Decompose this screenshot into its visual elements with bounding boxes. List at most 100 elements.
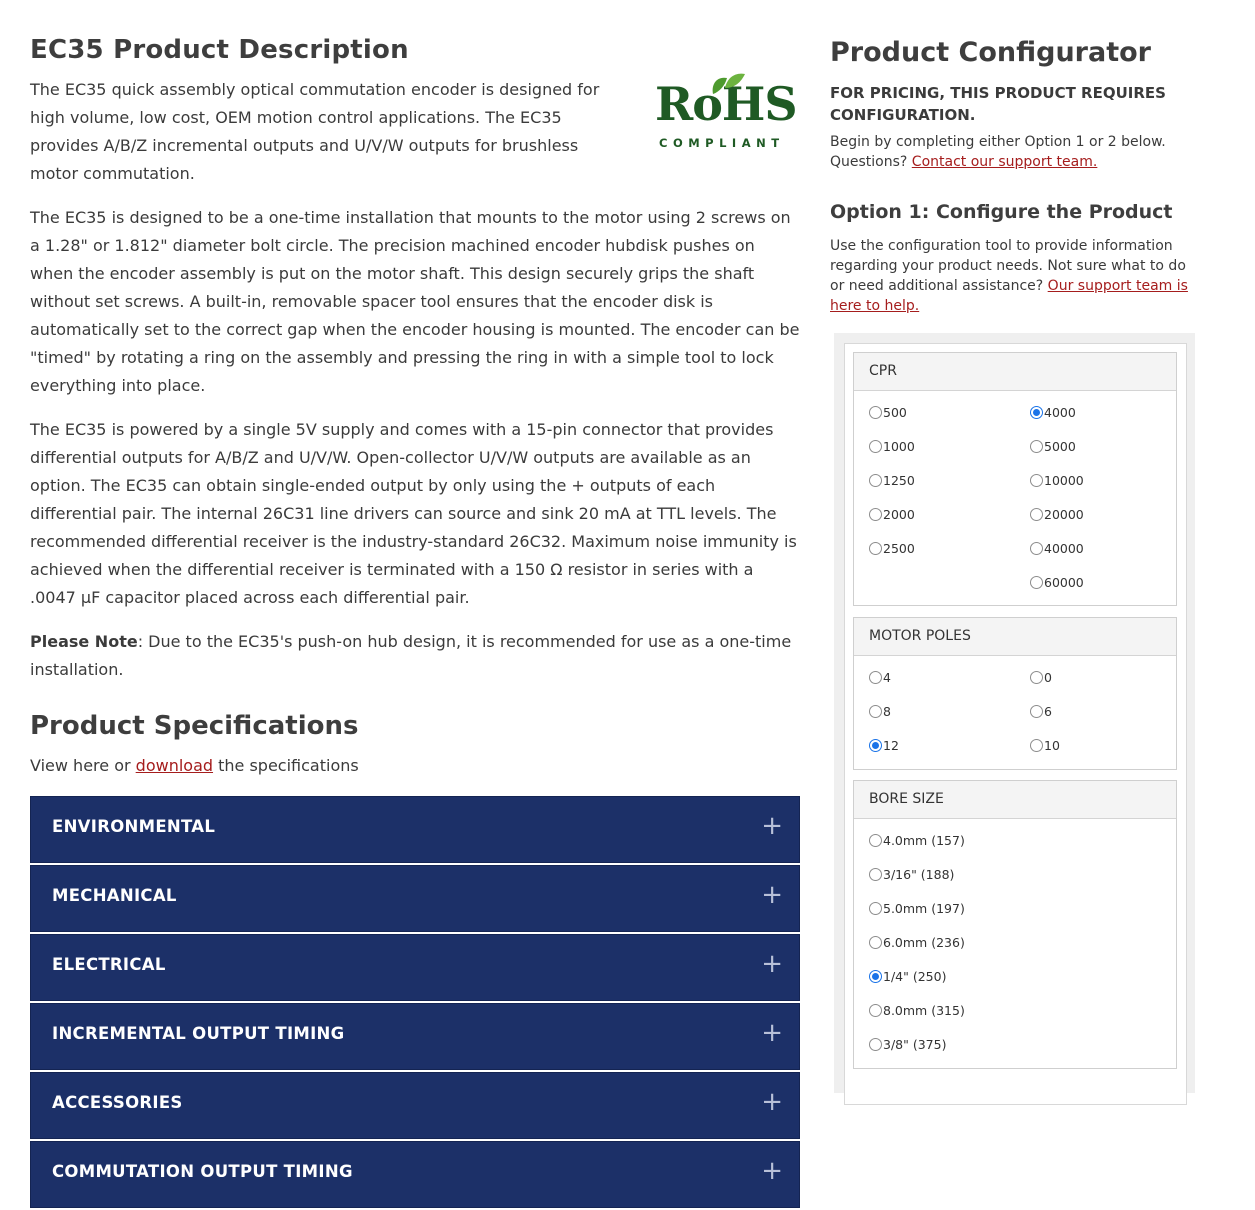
spec-section-commutation-output-timing[interactable]: COMMUTATION OUTPUT TIMING + xyxy=(30,1141,800,1208)
motor-poles-label: MOTOR POLES xyxy=(854,618,1176,656)
bore-size-option-label: 3/16" (188) xyxy=(883,867,955,882)
cpr-label: CPR xyxy=(854,353,1176,391)
bore-size-radio[interactable] xyxy=(869,868,882,881)
cpr-panel: CPR 500 1000 1250 2000 2500 4000 5000 10000 2000… xyxy=(853,352,1177,606)
cpr-radio[interactable] xyxy=(1030,508,1043,521)
cpr-option[interactable]: 2000 xyxy=(869,507,915,522)
cpr-option-label: 1250 xyxy=(883,473,915,488)
option1-description: Use the configuration tool to provide in… xyxy=(830,236,1200,316)
motor-poles-radio[interactable] xyxy=(869,671,882,684)
download-link[interactable]: download xyxy=(136,756,213,775)
motor-poles-option[interactable]: 0 xyxy=(1030,670,1052,685)
cpr-option-label: 40000 xyxy=(1044,541,1084,556)
motor-poles-option[interactable]: 12 xyxy=(869,738,899,753)
motor-poles-radio[interactable] xyxy=(869,705,882,718)
description-paragraph-3: The EC35 is powered by a single 5V suppl… xyxy=(30,420,797,607)
configurator-form: CPR 500 1000 1250 2000 2500 4000 5000 10000 2000… xyxy=(844,343,1187,1105)
cpr-option[interactable]: 1000 xyxy=(869,439,915,454)
cpr-radio[interactable] xyxy=(869,406,882,419)
bore-size-radio[interactable] xyxy=(869,1038,882,1051)
bore-size-option[interactable]: 6.0mm (236) xyxy=(869,935,965,950)
bore-size-radio[interactable] xyxy=(869,936,882,949)
bore-size-option[interactable]: 5.0mm (197) xyxy=(869,901,965,916)
cpr-option[interactable]: 40000 xyxy=(1030,541,1084,556)
cpr-radio[interactable] xyxy=(1030,542,1043,555)
bore-size-radio[interactable] xyxy=(869,970,882,983)
bore-size-radio[interactable] xyxy=(869,834,882,847)
bore-size-label: BORE SIZE xyxy=(854,781,1176,819)
cpr-option-label: 2500 xyxy=(883,541,915,556)
page-title: EC35 Product Description xyxy=(30,35,409,65)
spec-section-environmental[interactable]: ENVIRONMENTAL + xyxy=(30,796,800,863)
cpr-option[interactable]: 5000 xyxy=(1030,439,1076,454)
note-label: Please Note xyxy=(30,632,138,651)
spec-section-label: COMMUTATION OUTPUT TIMING xyxy=(52,1162,353,1181)
motor-poles-option-label: 10 xyxy=(1044,738,1060,753)
spec-section-incremental-output-timing[interactable]: INCREMENTAL OUTPUT TIMING + xyxy=(30,1003,800,1070)
contact-support-link[interactable]: Contact our support team. xyxy=(912,154,1098,170)
expand-plus-icon[interactable]: + xyxy=(761,811,783,841)
cpr-option-label: 10000 xyxy=(1044,473,1084,488)
cpr-option[interactable]: 500 xyxy=(869,405,907,420)
cpr-option[interactable]: 20000 xyxy=(1030,507,1084,522)
cpr-radio[interactable] xyxy=(869,542,882,555)
specs-download-line: View here or download the specifications xyxy=(30,754,800,778)
pricing-requirement: FOR PRICING, THIS PRODUCT REQUIRES CONFI… xyxy=(830,84,1166,124)
bore-size-option[interactable]: 3/16" (188) xyxy=(869,867,954,882)
motor-poles-option[interactable]: 8 xyxy=(869,704,891,719)
bore-size-option-label: 1/4" (250) xyxy=(883,969,947,984)
spec-section-label: ENVIRONMENTAL xyxy=(52,817,216,836)
motor-poles-radio[interactable] xyxy=(1030,671,1043,684)
expand-plus-icon[interactable]: + xyxy=(761,1156,783,1186)
product-configurator: Product Configurator FOR PRICING, THIS P… xyxy=(830,36,1200,1105)
cpr-option[interactable]: 10000 xyxy=(1030,473,1084,488)
cpr-option-label: 20000 xyxy=(1044,507,1084,522)
bore-size-option[interactable]: 3/8" (375) xyxy=(869,1037,946,1052)
questions-label: Questions? xyxy=(830,154,912,170)
bore-size-option-label: 5.0mm (197) xyxy=(883,901,965,916)
expand-plus-icon[interactable]: + xyxy=(761,949,783,979)
specs-prefix: View here or xyxy=(30,756,136,775)
cpr-option[interactable]: 1250 xyxy=(869,473,915,488)
specs-title: Product Specifications xyxy=(30,711,359,741)
please-note: Please Note: Due to the EC35's push-on h… xyxy=(30,628,800,684)
motor-poles-radio[interactable] xyxy=(1030,705,1043,718)
rohs-logo-subtext: COMPLIANT xyxy=(659,136,785,150)
motor-poles-option-label: 4 xyxy=(883,670,891,685)
cpr-radio[interactable] xyxy=(1030,474,1043,487)
bore-size-option[interactable]: 4.0mm (157) xyxy=(869,833,965,848)
motor-poles-option[interactable]: 4 xyxy=(869,670,891,685)
expand-plus-icon[interactable]: + xyxy=(761,1018,783,1048)
cpr-radio[interactable] xyxy=(869,440,882,453)
product-description-column: EC35 Product Description RoHS COMPLIANT … xyxy=(30,34,800,1210)
specs-accordion: ENVIRONMENTAL + MECHANICAL + ELECTRICAL + INCR… xyxy=(30,796,800,1208)
bore-size-radio[interactable] xyxy=(869,902,882,915)
questions-line: Questions? Contact our support team. xyxy=(830,152,1200,172)
cpr-option[interactable]: 2500 xyxy=(869,541,915,556)
cpr-option-label: 5000 xyxy=(1044,439,1076,454)
cpr-option-label: 2000 xyxy=(883,507,915,522)
cpr-radio[interactable] xyxy=(869,474,882,487)
motor-poles-radio[interactable] xyxy=(869,739,882,752)
motor-poles-radio[interactable] xyxy=(1030,739,1043,752)
note-text: : Due to the EC35's push-on hub design, … xyxy=(30,632,792,679)
cpr-radio[interactable] xyxy=(1030,440,1043,453)
bore-size-option[interactable]: 8.0mm (315) xyxy=(869,1003,965,1018)
bore-size-radio[interactable] xyxy=(869,1004,882,1017)
bore-size-option-label: 8.0mm (315) xyxy=(883,1003,965,1018)
expand-plus-icon[interactable]: + xyxy=(761,1087,783,1117)
motor-poles-option[interactable]: 6 xyxy=(1030,704,1052,719)
spec-section-accessories[interactable]: ACCESSORIES + xyxy=(30,1072,800,1139)
cpr-radio[interactable] xyxy=(1030,576,1043,589)
spec-section-electrical[interactable]: ELECTRICAL + xyxy=(30,934,800,1001)
cpr-option[interactable]: 60000 xyxy=(1030,575,1084,590)
motor-poles-option[interactable]: 10 xyxy=(1030,738,1060,753)
bore-size-option[interactable]: 1/4" (250) xyxy=(869,969,946,984)
configurator-tool: CPR 500 1000 1250 2000 2500 4000 5000 10000 2000… xyxy=(834,333,1195,1105)
cpr-option-label: 4000 xyxy=(1044,405,1076,420)
cpr-radio[interactable] xyxy=(1030,406,1043,419)
expand-plus-icon[interactable]: + xyxy=(761,880,783,910)
cpr-option[interactable]: 4000 xyxy=(1030,405,1076,420)
spec-section-mechanical[interactable]: MECHANICAL + xyxy=(30,865,800,932)
cpr-radio[interactable] xyxy=(869,508,882,521)
